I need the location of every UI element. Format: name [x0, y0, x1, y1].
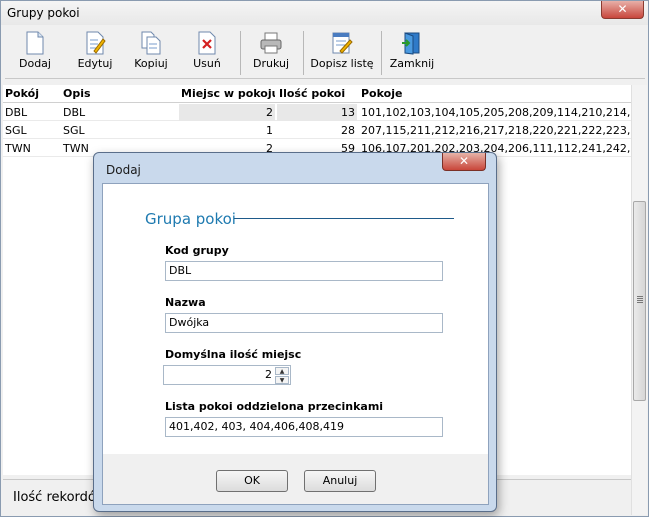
room-list-label: Lista pokoi oddzielona przecinkami [165, 400, 384, 413]
group-code-label: Kod grupy [165, 244, 229, 257]
scrollbar-grip-icon [637, 298, 643, 299]
edit-document-icon [84, 31, 106, 55]
dialog-body: Grupa pokoi Kod grupy DBL Nazwa Dwójka D… [102, 183, 489, 505]
toolbar-copy-button[interactable]: Kopiuj [129, 29, 173, 77]
toolbar-copy-label: Kopiuj [134, 57, 168, 70]
toolbar-append-list-label: Dopisz listę [310, 57, 374, 70]
cell-ilosc: 28 [341, 124, 355, 137]
group-title: Grupa pokoi [145, 210, 236, 228]
dialog-title: Dodaj [106, 163, 141, 177]
column-header-ilosc[interactable]: Ilość pokoi [277, 85, 357, 102]
add-dialog: Dodaj ✕ Grupa pokoi Kod grupy DBL Nazwa … [93, 152, 497, 512]
default-capacity-stepper[interactable]: 2 ▲ ▼ [163, 365, 291, 385]
append-list-icon [331, 31, 353, 55]
toolbar-add-label: Dodaj [19, 57, 51, 70]
cell-pokoje: 207,115,211,212,216,217,218,220,221,222,… [361, 124, 631, 137]
name-field[interactable]: Dwójka [165, 313, 443, 333]
room-list-field[interactable]: 401,402, 403, 404,406,408,419 [165, 417, 443, 437]
cancel-button[interactable]: Anuluj [304, 470, 376, 492]
toolbar-add-button[interactable]: Dodaj [11, 29, 59, 77]
toolbar-close-label: Zamknij [389, 57, 435, 70]
toolbar-delete-label: Usuń [193, 57, 221, 70]
stepper-down-icon[interactable]: ▼ [275, 376, 289, 384]
delete-document-icon [196, 31, 218, 55]
scrollbar-thumb[interactable] [633, 201, 646, 401]
window-close-button[interactable]: ✕ [601, 1, 644, 19]
new-document-icon [24, 31, 46, 55]
toolbar-separator [381, 31, 382, 75]
column-header-miejsc[interactable]: Miejsc w pokoju [179, 85, 275, 102]
cell-ilosc: 13 [277, 104, 357, 121]
toolbar: Dodaj Edytuj Kopiuj Usuń Drukuj Dopisz l… [5, 27, 645, 79]
stepper-up-icon[interactable]: ▲ [275, 367, 289, 375]
cell-pokoj: TWN [5, 142, 31, 155]
toolbar-edit-label: Edytuj [77, 57, 113, 70]
name-label: Nazwa [165, 296, 206, 309]
dialog-footer: OK Anuluj [103, 454, 488, 504]
dialog-close-button[interactable]: ✕ [442, 153, 486, 171]
cell-miejsc: 2 [179, 104, 275, 121]
default-capacity-label: Domyślna ilość miejsc [165, 348, 302, 361]
toolbar-delete-button[interactable]: Usuń [187, 29, 227, 77]
table-header: Pokój Opis Miejsc w pokoju Ilość pokoi P… [3, 85, 631, 103]
toolbar-close-button[interactable]: Zamknij [387, 29, 437, 77]
printer-icon [260, 31, 282, 55]
column-header-pokoje[interactable]: Pokoje [359, 85, 631, 102]
group-code-field[interactable]: DBL [165, 261, 443, 281]
cell-pokoje: 101,102,103,104,105,205,208,209,114,210,… [361, 106, 631, 119]
exit-door-icon [401, 31, 423, 55]
column-header-opis[interactable]: Opis [61, 85, 177, 102]
table-row[interactable]: SGL SGL 1 28 207,115,211,212,216,217,218… [3, 122, 631, 139]
toolbar-print-label: Drukuj [252, 57, 290, 70]
stepper-value: 2 [265, 368, 272, 381]
table-row[interactable]: DBL DBL 2 13 101,102,103,104,105,205,208… [3, 104, 631, 121]
toolbar-edit-button[interactable]: Edytuj [71, 29, 119, 77]
toolbar-separator [303, 31, 304, 75]
column-header-pokoj[interactable]: Pokój [3, 85, 59, 102]
cell-opis: SGL [63, 124, 85, 137]
toolbar-separator [240, 31, 241, 75]
toolbar-print-button[interactable]: Drukuj [249, 29, 293, 77]
window-title: Grupy pokoi [1, 1, 648, 25]
cell-pokoj: SGL [5, 124, 27, 137]
toolbar-append-list-button[interactable]: Dopisz listę [309, 29, 375, 77]
group-divider [234, 218, 454, 219]
cell-miejsc: 1 [266, 124, 273, 137]
vertical-scrollbar[interactable] [631, 85, 647, 515]
ok-button[interactable]: OK [216, 470, 288, 492]
cell-opis: DBL [63, 106, 86, 119]
copy-document-icon [140, 31, 162, 55]
cell-pokoj: DBL [5, 106, 28, 119]
